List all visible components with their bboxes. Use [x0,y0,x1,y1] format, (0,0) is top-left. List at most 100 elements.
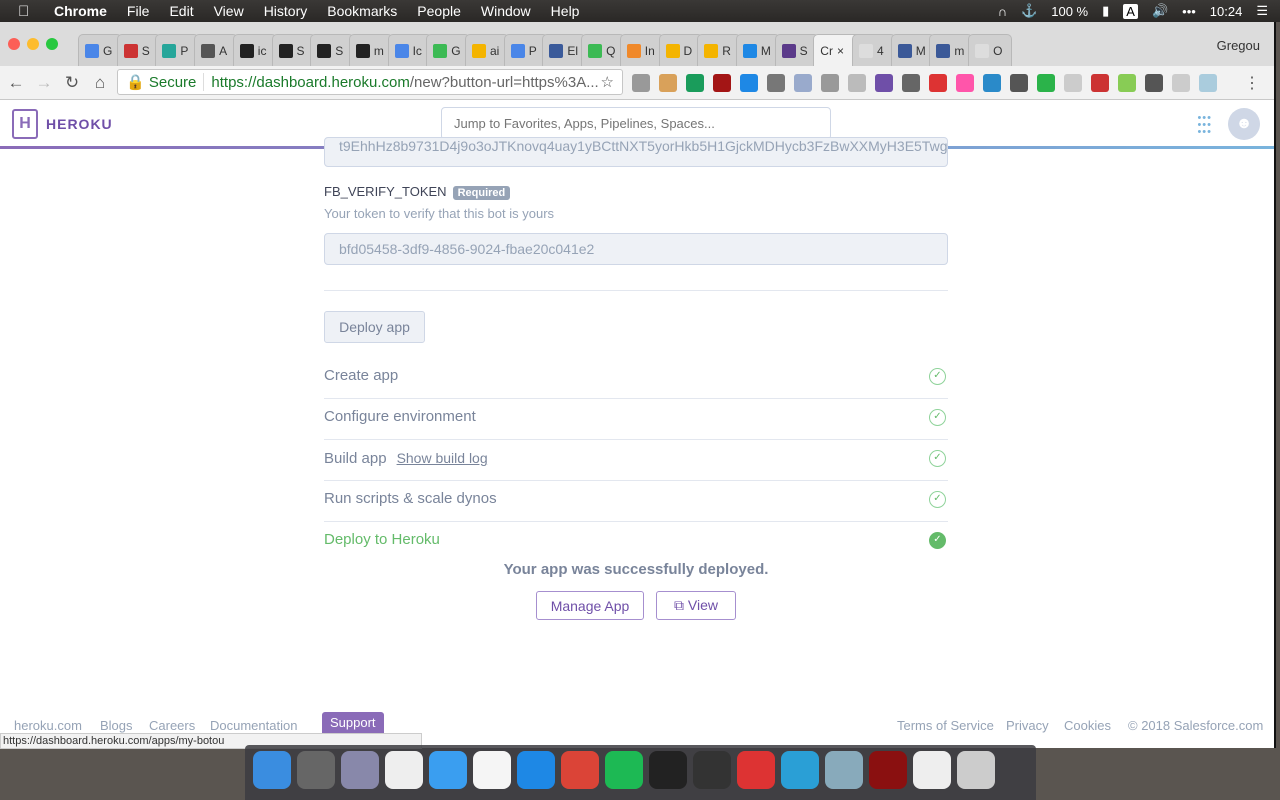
support-button[interactable]: Support [322,712,384,733]
dock-app-icon[interactable] [605,751,643,789]
browser-tab[interactable]: O [968,34,1013,66]
battery-percent[interactable]: 100 % [1051,4,1088,19]
browser-tab[interactable]: El [542,34,587,66]
dock-app-icon[interactable] [429,751,467,789]
extension-icon[interactable] [632,74,650,92]
browser-tab[interactable]: 4 [852,34,896,66]
fb-verify-token-input[interactable]: bfd05458-3df9-4856-9024-fbae20c041e2 [324,233,948,265]
extension-icon[interactable] [659,74,677,92]
extension-icon[interactable] [767,74,785,92]
menu-help[interactable]: Help [551,3,580,19]
zoom-window-button[interactable] [46,38,58,50]
close-tab-icon[interactable]: × [837,44,844,58]
menu-history[interactable]: History [264,3,308,19]
extension-icon[interactable] [713,74,731,92]
browser-tab[interactable]: P [503,34,548,66]
volume-icon[interactable]: 🔊 [1152,3,1168,19]
dock-app-icon[interactable] [517,751,555,789]
footer-link-careers[interactable]: Careers [149,718,195,733]
browser-tab[interactable]: A [194,34,239,66]
menu-window[interactable]: Window [481,3,531,19]
apple-menu-icon[interactable]:  [18,3,38,20]
browser-tab[interactable]: M [735,34,780,66]
chrome-menu-icon[interactable]: ⋮ [1244,73,1260,93]
back-icon[interactable]: ← [2,73,30,93]
browser-tab[interactable]: S [271,34,316,66]
arch-icon[interactable]: ∩ [998,4,1007,19]
extension-icon[interactable] [929,74,947,92]
dock-app-icon[interactable] [825,751,863,789]
browser-tab[interactable]: M [890,34,935,66]
menu-people[interactable]: People [417,3,461,19]
extension-icon[interactable] [875,74,893,92]
secure-indicator[interactable]: 🔒 Secure [126,73,205,91]
extension-icon[interactable] [1091,74,1109,92]
browser-tab[interactable]: D [658,34,703,66]
dock-app-icon[interactable] [561,751,599,789]
view-button[interactable]: ⧉ View [656,591,736,620]
dock-app-icon[interactable] [737,751,775,789]
browser-tab[interactable]: S [310,34,355,66]
browser-tab[interactable]: R [697,34,742,66]
dock-app-icon[interactable] [473,751,511,789]
menu-file[interactable]: File [127,3,150,19]
browser-tab[interactable]: G [426,34,471,66]
browser-tab[interactable]: S [116,34,161,66]
input-source[interactable]: A [1123,3,1138,19]
dock-app-icon[interactable] [693,751,731,789]
menu-view[interactable]: View [214,3,244,19]
browser-tab[interactable]: ai [465,34,509,66]
docker-icon[interactable]: ⚓ [1021,3,1037,19]
dock-app-icon[interactable] [385,751,423,789]
extension-icon[interactable] [983,74,1001,92]
browser-tab[interactable]: In [619,34,664,66]
footer-link-heroku[interactable]: heroku.com [14,718,82,733]
browser-tab[interactable]: Ic [387,34,432,66]
dock-app-icon[interactable] [297,751,335,789]
search-input[interactable] [441,107,831,140]
forward-icon[interactable]: → [30,73,58,93]
menu-edit[interactable]: Edit [169,3,193,19]
footer-link-terms[interactable]: Terms of Service [897,718,994,733]
deploy-app-button[interactable]: Deploy app [324,311,425,343]
extension-icon[interactable] [1010,74,1028,92]
footer-link-cookies[interactable]: Cookies [1064,718,1111,733]
dock-app-icon[interactable] [649,751,687,789]
dock-app-icon[interactable] [781,751,819,789]
extension-icon[interactable] [1199,74,1217,92]
browser-tab[interactable]: G [78,34,122,66]
extension-icon[interactable] [821,74,839,92]
menu-bookmarks[interactable]: Bookmarks [327,3,397,19]
home-icon[interactable]: ⌂ [86,73,114,93]
extension-icon[interactable] [848,74,866,92]
clock[interactable]: 10:24 [1210,4,1243,19]
more-icon[interactable]: ••• [1182,4,1196,19]
extension-icon[interactable] [1037,74,1055,92]
dock-app-icon[interactable] [957,751,995,789]
address-bar[interactable]: 🔒 Secure https://dashboard.heroku.com/ne… [117,69,623,95]
dock-app-icon[interactable] [869,751,907,789]
extension-icon[interactable] [1064,74,1082,92]
bookmark-star-icon[interactable]: ☆ [601,73,614,91]
avatar[interactable]: ☻ [1228,108,1260,140]
battery-icon[interactable]: ▮ [1102,3,1109,19]
apps-grid-icon[interactable]: ••• ••• ••• [1197,113,1212,138]
footer-link-blogs[interactable]: Blogs [100,718,133,733]
profile-button[interactable]: Gregou [1217,38,1260,53]
browser-tab[interactable]: Q [581,34,626,66]
browser-tab[interactable]: m [348,34,393,66]
extension-icon[interactable] [1172,74,1190,92]
show-build-log-link[interactable]: Show build log [397,450,488,466]
footer-link-documentation[interactable]: Documentation [210,718,297,733]
extension-icon[interactable] [740,74,758,92]
browser-tab[interactable]: S [774,34,819,66]
minimize-window-button[interactable] [27,38,39,50]
reload-icon[interactable]: ↻ [58,73,86,93]
heroku-logo[interactable]: H HEROKU [12,109,113,139]
extension-icon[interactable] [1118,74,1136,92]
menu-app-name[interactable]: Chrome [54,3,107,19]
close-window-button[interactable] [8,38,20,50]
browser-tab[interactable]: m [929,34,974,66]
dock-app-icon[interactable] [913,751,951,789]
extension-icon[interactable] [686,74,704,92]
